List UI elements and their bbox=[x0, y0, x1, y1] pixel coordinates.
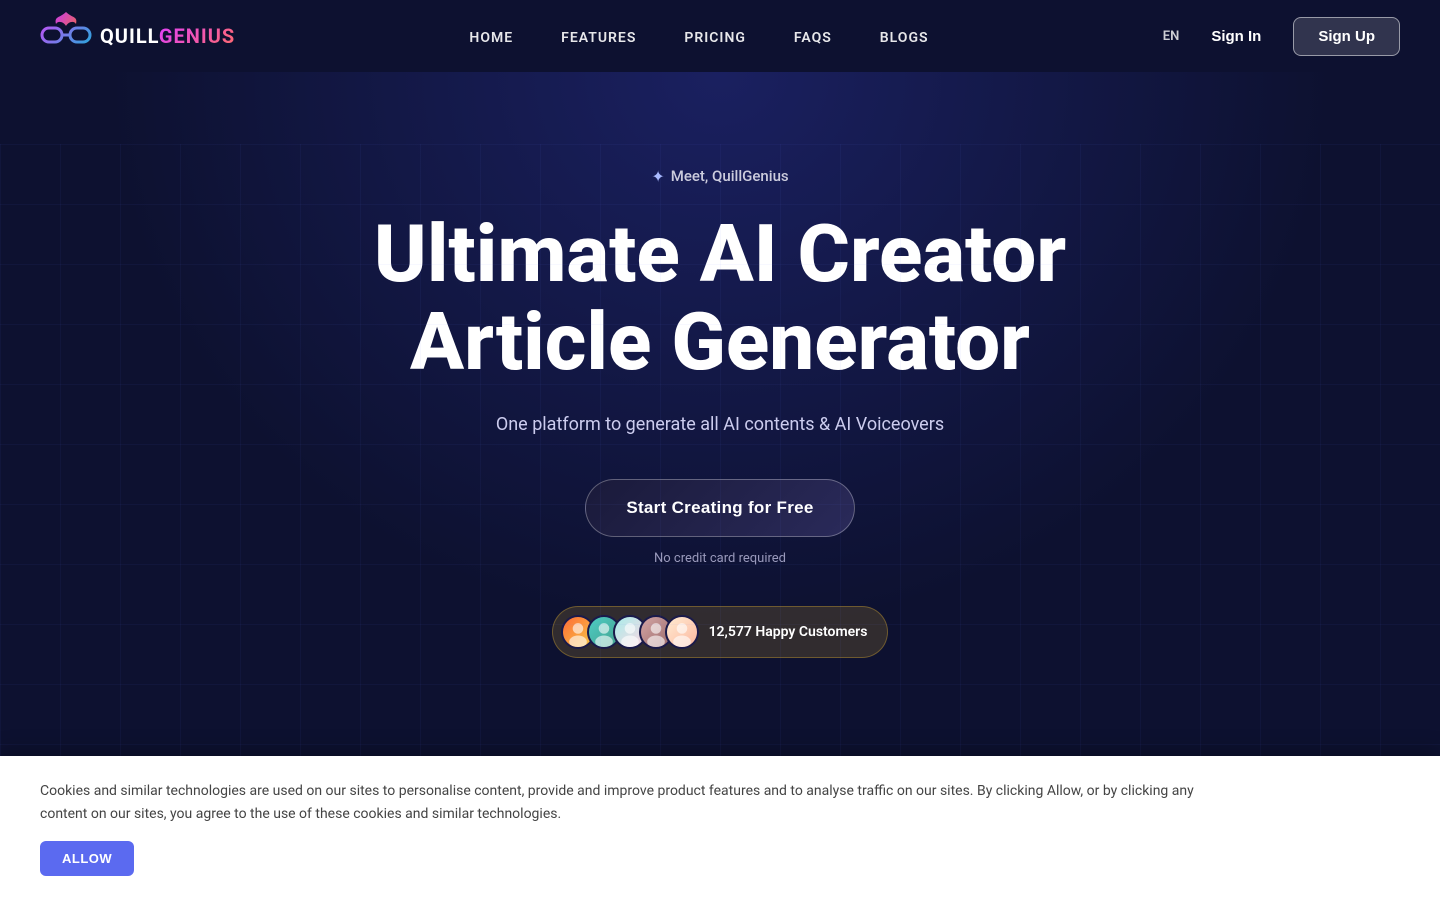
nav-item-home[interactable]: HOME bbox=[469, 27, 513, 46]
allow-button[interactable]: ALLOW bbox=[40, 841, 134, 876]
nav-item-faqs[interactable]: FAQS bbox=[794, 27, 832, 46]
sign-up-button[interactable]: Sign Up bbox=[1293, 17, 1400, 56]
cookie-banner: Cookies and similar technologies are use… bbox=[0, 756, 1440, 900]
no-credit-card-text: No credit card required bbox=[654, 551, 786, 566]
nav-actions: EN Sign In Sign Up bbox=[1163, 17, 1400, 56]
meet-badge: ✦ Meet, QuillGenius bbox=[651, 167, 788, 186]
sparkle-icon: ✦ bbox=[651, 167, 664, 186]
hero-subtitle: One platform to generate all AI contents… bbox=[496, 414, 944, 435]
hero-title-line1: Ultimate AI Creator bbox=[374, 207, 1066, 301]
avatars-row bbox=[561, 615, 699, 649]
language-selector[interactable]: EN bbox=[1163, 29, 1180, 44]
nav-item-features[interactable]: FEATURES bbox=[561, 27, 636, 46]
customers-count: 12,577 Happy Customers bbox=[709, 624, 868, 640]
meet-label: Meet, QuillGenius bbox=[671, 167, 789, 185]
nav-links: HOME FEATURES PRICING FAQS BLOGS bbox=[469, 27, 928, 46]
sign-in-button[interactable]: Sign In bbox=[1199, 20, 1273, 53]
cookie-text: Cookies and similar technologies are use… bbox=[40, 780, 1240, 825]
logo-icon bbox=[40, 10, 92, 62]
nav-item-blogs[interactable]: BLOGS bbox=[880, 27, 929, 46]
hero-title-line2: Article Generator bbox=[410, 295, 1030, 389]
customers-badge: 12,577 Happy Customers bbox=[552, 606, 889, 658]
logo[interactable]: QUILLGENIUS bbox=[40, 10, 235, 62]
hero-title: Ultimate AI Creator Article Generator bbox=[374, 210, 1066, 386]
avatar-5 bbox=[665, 615, 699, 649]
cta-button[interactable]: Start Creating for Free bbox=[585, 479, 854, 537]
logo-text: QUILLGENIUS bbox=[100, 24, 235, 48]
navbar: QUILLGENIUS HOME FEATURES PRICING FAQS B… bbox=[0, 0, 1440, 72]
nav-item-pricing[interactable]: PRICING bbox=[684, 27, 746, 46]
hero-section: ✦ Meet, QuillGenius Ultimate AI Creator … bbox=[0, 72, 1440, 732]
